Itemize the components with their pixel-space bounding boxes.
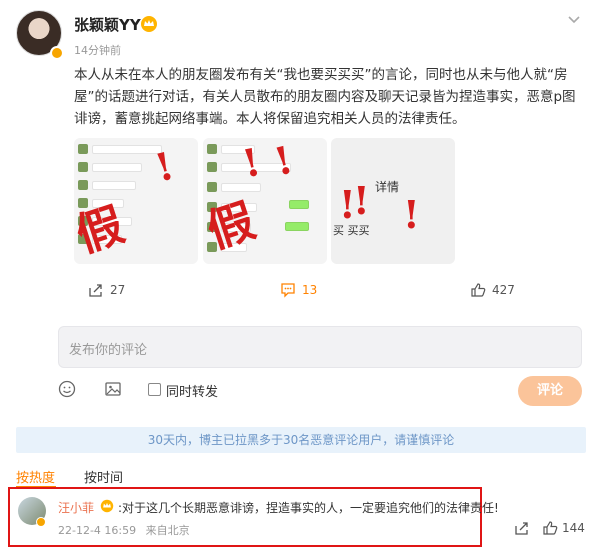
exclamation-mark: ! — [150, 142, 179, 191]
post-image-1[interactable]: 假 ! — [74, 138, 198, 264]
author-name[interactable]: 张颖颖YY — [74, 14, 141, 35]
chat-avatar — [78, 162, 88, 172]
exclamation-mark: ! — [353, 178, 370, 223]
share-icon[interactable] — [514, 520, 530, 536]
share-button[interactable]: 27 — [88, 282, 125, 298]
share-icon — [89, 284, 102, 297]
comment-button[interactable]: 13 — [280, 282, 317, 298]
verified-badge-icon — [36, 517, 46, 527]
comment-icon — [281, 283, 295, 298]
thumbs-up-icon — [543, 521, 558, 535]
verified-badge-icon — [50, 46, 64, 60]
chat-avatar — [78, 180, 88, 190]
exclamation-mark: ! — [403, 192, 420, 237]
post-image-2[interactable]: 假 ! ! — [203, 138, 327, 264]
commenter-name[interactable]: 汪小菲 — [58, 499, 94, 516]
emoji-icon[interactable] — [58, 380, 76, 398]
tab-sort-hot[interactable]: 按热度 — [16, 467, 55, 486]
image-upload-icon[interactable] — [104, 380, 122, 398]
chat-avatar — [207, 182, 217, 192]
submit-comment-button[interactable]: 评论 — [518, 376, 582, 406]
chat-avatar — [78, 144, 88, 154]
comment-input[interactable]: 发布你的评论 — [58, 326, 582, 368]
tab-sort-time[interactable]: 按时间 — [84, 467, 123, 486]
chat-bubble — [92, 181, 136, 190]
vip-crown-icon — [100, 499, 114, 513]
chat-avatar — [207, 162, 217, 172]
comment-meta: 22-12-4 16:59 来自北京 — [58, 522, 196, 538]
comment-text: :对于这几个长期恶意诽谤，捏造事实的人，一定要追究他们的法律责任! — [118, 501, 499, 515]
post-time[interactable]: 14分钟前 — [74, 42, 121, 58]
comment-date: 22-12-4 16:59 — [58, 524, 137, 537]
chevron-down-icon[interactable] — [565, 10, 583, 28]
notice-banner: 30天内，博主已拉黑多于30名恶意评论用户，请谨慎评论 — [16, 427, 586, 453]
chat-bubble-green — [285, 222, 309, 231]
exclamation-mark: ! — [269, 138, 297, 185]
comment-location: 来自北京 — [145, 524, 190, 537]
comment-like-count: 144 — [562, 521, 585, 535]
chat-avatar — [207, 144, 217, 154]
share-count: 27 — [110, 283, 126, 297]
like-button[interactable]: 427 — [470, 282, 515, 298]
highlight-box — [8, 487, 482, 547]
like-count: 427 — [492, 283, 515, 297]
chat-bubble-green — [289, 200, 309, 209]
vip-crown-icon — [141, 16, 157, 32]
comment-count: 13 — [302, 283, 318, 297]
thumbs-up-icon — [471, 283, 486, 297]
post-text: 本人从未在本人的朋友圈发布有关“我也要买买买”的言论，同时也从未与他人就“房屋”… — [74, 67, 576, 127]
post-image-3[interactable]: 详情 买 买买 ! ! ! — [331, 138, 455, 264]
comment-like-button[interactable]: 144 — [542, 520, 585, 536]
repost-checkbox[interactable] — [148, 383, 161, 396]
repost-label[interactable]: 同时转发 — [166, 381, 218, 400]
chat-bubble — [92, 163, 142, 172]
image-detail-label: 详情 — [375, 180, 400, 194]
